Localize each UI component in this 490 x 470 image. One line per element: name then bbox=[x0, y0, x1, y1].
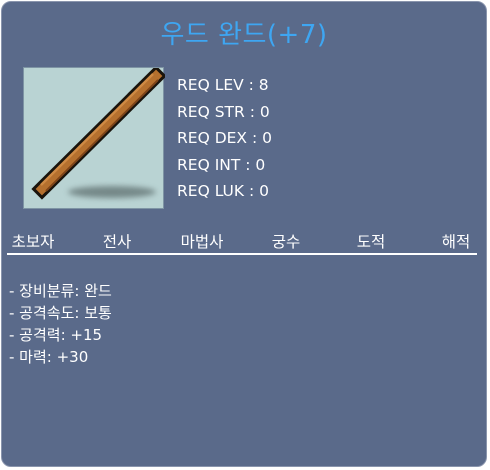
req-str: REQ STR : 0 bbox=[177, 102, 270, 121]
divider bbox=[7, 253, 477, 255]
requirements-list: REQ LEV : 8 REQ STR : 0 REQ DEX : 0 REQ … bbox=[177, 72, 272, 205]
job-beginner: 초보자 bbox=[11, 233, 55, 251]
wooden-wand-icon bbox=[31, 68, 165, 200]
stat-attack: - 공격력: +15 bbox=[9, 326, 103, 344]
job-bowman: 궁수 bbox=[271, 233, 301, 251]
job-list: 초보자 전사 마법사 궁수 도적 해적 bbox=[2, 230, 488, 252]
stat-attack-speed: - 공격속도: 보통 bbox=[9, 304, 112, 322]
job-warrior: 전사 bbox=[102, 233, 132, 251]
stat-magic: - 마력: +30 bbox=[9, 348, 89, 366]
job-thief: 도적 bbox=[356, 233, 386, 251]
job-magician: 마법사 bbox=[180, 233, 224, 251]
item-name: 우드 완드(+7) bbox=[160, 20, 328, 50]
req-level: REQ LEV : 8 bbox=[177, 76, 269, 94]
req-dex: REQ DEX : 0 bbox=[177, 129, 272, 147]
job-pirate: 해적 bbox=[441, 233, 471, 251]
req-int: REQ INT : 0 bbox=[177, 155, 266, 174]
item-icon-frame bbox=[23, 67, 165, 209]
stat-list: - 장비분류: 완드 - 공격속도: 보통 - 공격력: +15 - 마력: +… bbox=[9, 280, 112, 368]
item-tooltip: 우드 완드(+7) REQ LEV : 8 REQ STR : 0 REQ DE… bbox=[1, 1, 487, 467]
req-luk: REQ LUK : 0 bbox=[177, 182, 270, 200]
stat-category: - 장비분류: 완드 bbox=[9, 282, 112, 300]
